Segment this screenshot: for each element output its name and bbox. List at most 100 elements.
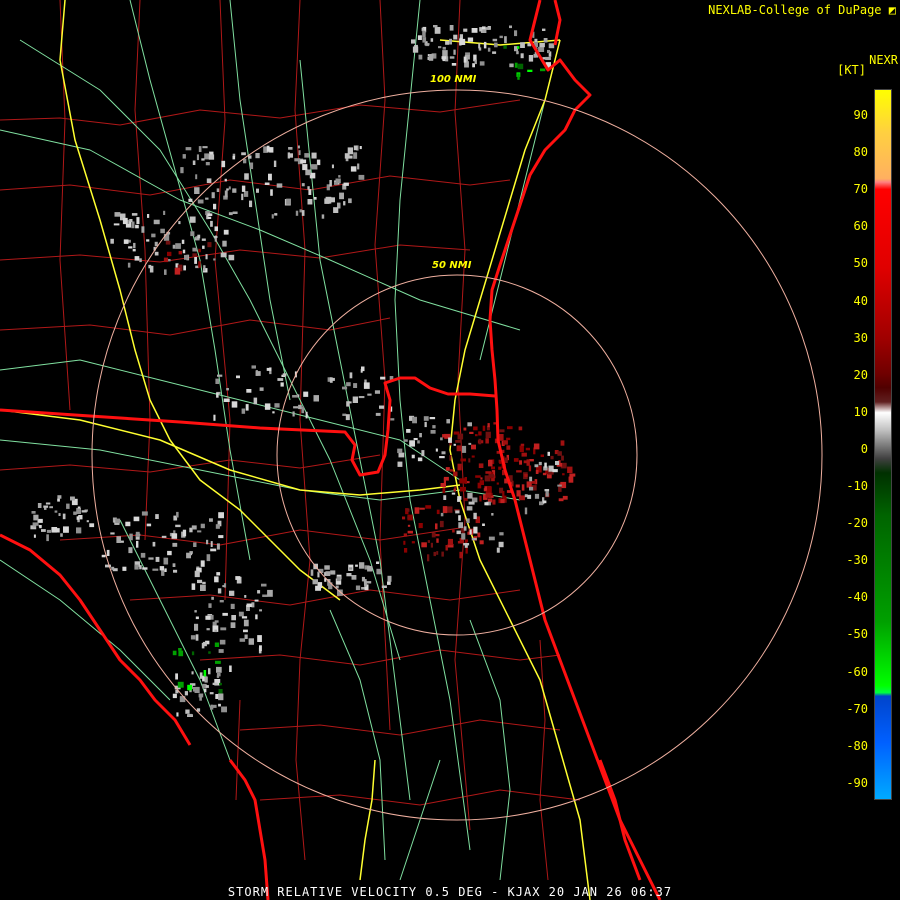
radar-display: 100 NMI 50 NMI NEXLAB-College of DuPage … <box>0 0 900 900</box>
velocity-pixel <box>293 406 299 409</box>
velocity-pixel <box>197 579 203 584</box>
velocity-pixel <box>251 365 256 369</box>
velocity-pixel <box>202 146 208 149</box>
velocity-pixel <box>205 197 209 200</box>
velocity-pixel <box>526 459 530 466</box>
velocity-pixel <box>172 563 176 567</box>
velocity-pixel <box>190 231 195 237</box>
velocity-pixel <box>228 186 231 190</box>
velocity-pixel <box>491 466 495 470</box>
velocity-pixel <box>181 239 185 244</box>
county-border <box>129 589 521 606</box>
velocity-pixel <box>259 645 262 652</box>
velocity-pixel <box>468 442 472 445</box>
velocity-pixel <box>558 485 562 492</box>
colorbar-tick-label: -40 <box>846 590 868 605</box>
velocity-pixel <box>458 515 461 521</box>
velocity-pixel <box>62 513 66 520</box>
velocity-pixel <box>436 509 440 515</box>
velocity-pixel <box>359 146 362 150</box>
velocity-pixel <box>172 693 177 699</box>
coastline-border <box>553 0 562 46</box>
velocity-pixel <box>491 513 494 516</box>
velocity-pixel <box>547 451 550 456</box>
velocity-pixel <box>249 162 254 170</box>
velocity-pixel <box>485 27 490 30</box>
velocity-pixel <box>545 491 549 497</box>
velocity-pixel <box>129 219 133 223</box>
highway-line <box>399 759 441 881</box>
velocity-pixel <box>447 538 453 546</box>
velocity-pixel <box>538 46 545 52</box>
velocity-pixel <box>488 459 493 467</box>
velocity-pixel <box>520 42 525 48</box>
velocity-pixel <box>33 534 36 538</box>
velocity-pixel <box>147 214 150 218</box>
velocity-pixel <box>451 492 456 495</box>
velocity-pixel <box>419 507 425 510</box>
velocity-pixel <box>557 484 562 487</box>
velocity-pixel <box>273 160 277 167</box>
velocity-pixel <box>509 25 512 29</box>
velocity-pixel <box>435 523 438 530</box>
velocity-pixel <box>529 486 534 491</box>
colorbar-tick-label: 90 <box>853 108 868 122</box>
velocity-pixel <box>429 417 436 420</box>
velocity-pixel <box>421 27 425 32</box>
velocity-pixel <box>479 27 483 32</box>
velocity-pixel <box>528 55 534 62</box>
velocity-pixel <box>255 371 261 376</box>
velocity-pixel <box>231 401 238 408</box>
velocity-pixel <box>471 455 475 458</box>
velocity-pixel <box>433 551 436 557</box>
velocity-pixel <box>488 474 495 478</box>
velocity-pixel <box>214 629 217 633</box>
velocity-pixel <box>115 518 121 524</box>
velocity-pixel <box>259 609 262 612</box>
velocity-pixel <box>375 412 381 416</box>
velocity-pixel <box>232 155 236 160</box>
velocity-pixel <box>146 523 152 527</box>
velocity-pixel <box>329 180 332 187</box>
velocity-pixel <box>214 642 220 647</box>
velocity-pixel <box>355 585 361 591</box>
velocity-pixel <box>152 541 156 547</box>
velocity-pixel <box>218 649 224 653</box>
velocity-pixel <box>316 159 321 166</box>
velocity-pixel <box>449 455 452 461</box>
velocity-pixel <box>360 369 363 373</box>
highway-lines <box>0 0 561 881</box>
velocity-pixel <box>178 251 182 255</box>
velocity-pixel <box>417 35 422 40</box>
velocity-pixel <box>455 510 460 514</box>
velocity-pixel <box>504 36 507 44</box>
velocity-pixel <box>538 461 542 466</box>
velocity-pixel <box>209 518 213 522</box>
velocity-pixel <box>221 706 227 713</box>
velocity-pixel <box>342 386 348 390</box>
velocity-pixel <box>324 565 330 570</box>
velocity-pixel <box>213 236 218 238</box>
velocity-pixel <box>500 499 505 504</box>
velocity-pixel <box>255 153 260 159</box>
velocity-pixel <box>540 454 544 457</box>
colorbar-tick-label: -70 <box>846 701 868 716</box>
velocity-pixel <box>480 477 483 480</box>
velocity-pixel <box>180 167 184 174</box>
velocity-pixel <box>452 529 455 533</box>
velocity-pixel <box>325 196 332 204</box>
velocity-pixel <box>178 648 182 651</box>
velocity-pixel <box>216 572 221 576</box>
velocity-pixel <box>264 182 270 185</box>
velocity-pixel <box>441 551 444 557</box>
product-label: NEXR <box>869 53 898 67</box>
velocity-pixel <box>297 145 300 149</box>
velocity-pixel <box>313 395 319 402</box>
velocity-pixel <box>534 464 539 468</box>
velocity-pixel <box>114 212 121 217</box>
velocity-pixel <box>363 382 370 389</box>
velocity-pixel <box>433 25 438 28</box>
velocity-pixel <box>86 520 89 523</box>
velocity-pixel <box>204 153 210 160</box>
velocity-pixel <box>321 214 325 219</box>
